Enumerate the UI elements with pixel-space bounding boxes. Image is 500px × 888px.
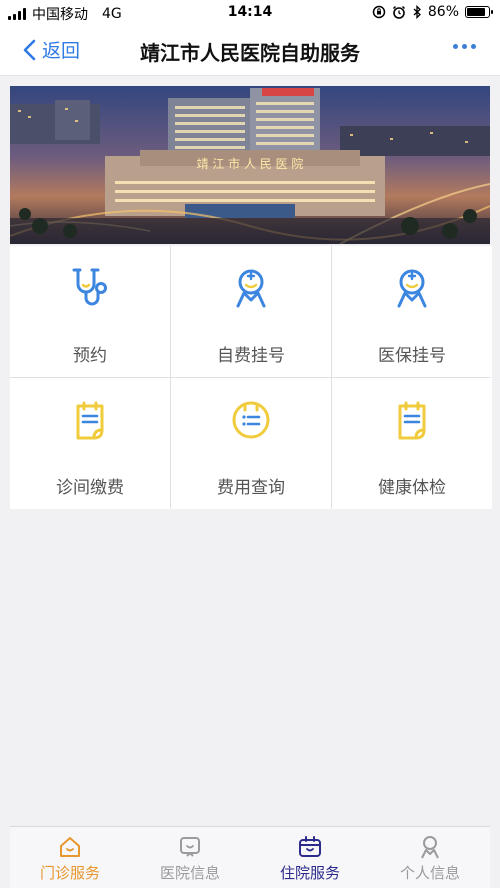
service-label: 诊间缴费	[56, 478, 124, 498]
nav-bar: 返回 靖江市人民医院自助服务	[0, 24, 500, 76]
tab-personal-info[interactable]: 个人信息	[370, 827, 490, 888]
list-icon	[232, 401, 270, 439]
service-label: 自费挂号	[217, 346, 285, 366]
service-label: 医保挂号	[378, 346, 446, 366]
rotation-lock-icon	[372, 5, 386, 19]
service-grid: 预约 自费挂号 医保挂号 诊间缴费 费用查询 健康体检	[10, 246, 492, 509]
hospital-sign-text: 靖 江 市 人 民 医 院	[197, 156, 304, 171]
service-label: 健康体检	[378, 478, 446, 498]
service-clinic-payment[interactable]: 诊间缴费	[10, 378, 170, 509]
status-right: 86%	[372, 4, 493, 20]
service-label: 预约	[73, 346, 107, 366]
tab-label: 个人信息	[399, 864, 460, 882]
tab-label: 门诊服务	[39, 864, 100, 882]
service-health-checkup[interactable]: 健康体检	[332, 378, 492, 509]
alarm-icon	[392, 5, 405, 19]
more-dot-icon	[462, 44, 467, 49]
more-button[interactable]	[453, 44, 476, 49]
inpatient-icon	[299, 836, 321, 857]
tab-inpatient-services[interactable]: 住院服务	[250, 827, 370, 888]
hospital-info-icon	[180, 837, 200, 857]
more-dot-icon	[453, 44, 458, 49]
tab-bar: 门诊服务 医院信息 住院服务 个人信息	[10, 826, 490, 888]
tab-label: 医院信息	[159, 864, 220, 882]
status-bar: 中国移动 4G 14:14 86%	[0, 0, 500, 24]
page-title: 靖江市人民医院自助服务	[140, 41, 360, 65]
stethoscope-icon	[72, 268, 107, 306]
service-insurance-registration[interactable]: 医保挂号	[332, 246, 492, 377]
tab-outpatient-services[interactable]: 门诊服务	[10, 827, 130, 888]
clipboard-icon	[398, 401, 426, 440]
hospital-banner: 靖 江 市 人 民 医 院	[10, 86, 490, 244]
service-self-pay-registration[interactable]: 自费挂号	[171, 246, 331, 377]
battery-percent: 86%	[427, 4, 459, 20]
service-label: 费用查询	[217, 478, 285, 498]
service-appointment[interactable]: 预约	[10, 246, 170, 377]
service-fee-inquiry[interactable]: 费用查询	[171, 378, 331, 509]
doctor-icon	[397, 269, 427, 308]
home-icon	[60, 837, 80, 857]
tab-label: 住院服务	[279, 864, 340, 882]
hospital-photo: 靖 江 市 人 民 医 院	[10, 86, 490, 244]
person-icon	[421, 836, 439, 859]
doctor-icon	[236, 269, 266, 308]
more-dot-icon	[471, 44, 476, 49]
bluetooth-icon	[413, 5, 421, 19]
battery-icon	[465, 6, 493, 18]
clipboard-icon	[76, 401, 104, 440]
tab-hospital-info[interactable]: 医院信息	[130, 827, 250, 888]
